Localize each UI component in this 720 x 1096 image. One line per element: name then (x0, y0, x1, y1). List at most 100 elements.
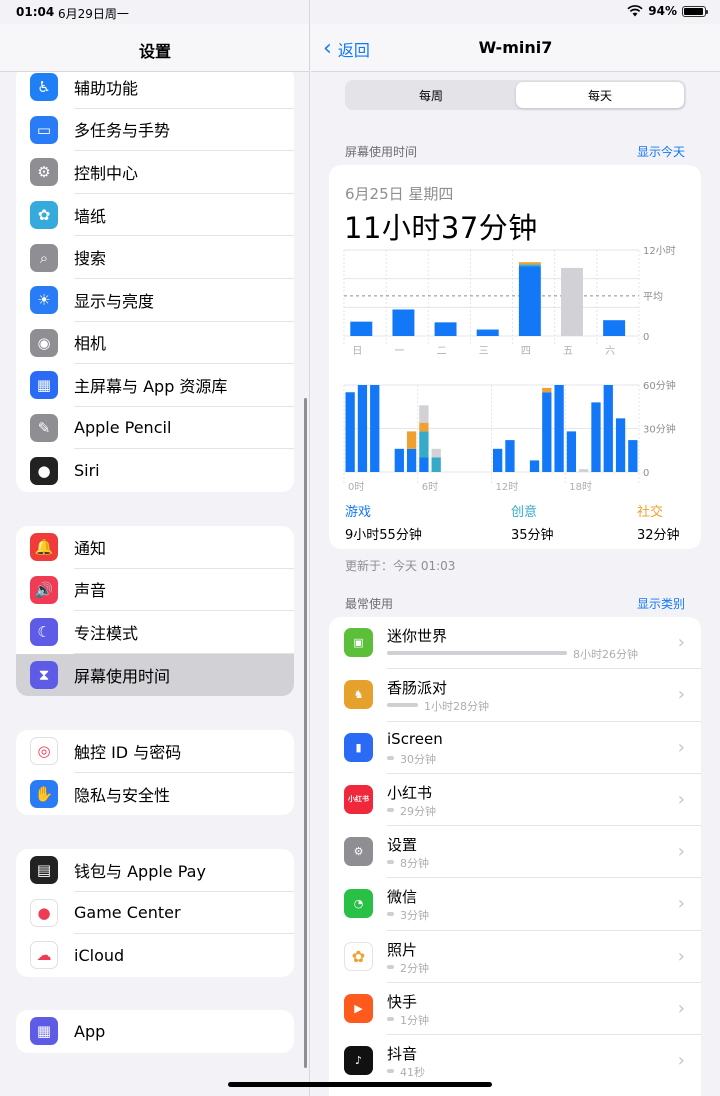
game-center-icon: ● (30, 898, 58, 927)
sidebar-item[interactable]: ▦ 主屏幕与 App 资源库 (16, 364, 294, 407)
app-name: 照片 (387, 940, 418, 959)
sidebar-scrollbar[interactable] (304, 398, 307, 1068)
app-usage-bar (387, 860, 394, 865)
sidebar-item[interactable]: ▤ 钱包与 Apple Pay (16, 849, 294, 892)
x-tick-label: 12时 (496, 481, 519, 493)
app-row[interactable]: ✿ 照片 2分钟 › (329, 931, 701, 984)
hour-bar (431, 448, 441, 458)
sidebar-item[interactable]: ◉ 相机 (16, 322, 294, 365)
app-name: 设置 (387, 836, 418, 855)
sidebar-item[interactable]: ● Game Center (16, 892, 294, 935)
show-today-link[interactable]: 显示今天 (637, 143, 685, 160)
most-used-list: ▣ 迷你世界 8小时26分钟 › ♞ 香肠派对 1小时28分钟 › ▮ iScreen 30分钟 › 小… (329, 617, 701, 1096)
x-tick-label: 6时 (422, 481, 438, 493)
y-tick-label: 30分钟 (643, 423, 676, 436)
hour-bar (542, 392, 552, 472)
app-row[interactable]: ▶ 快手 1分钟 › (329, 983, 701, 1036)
wallet-icon: ▤ (30, 856, 58, 885)
app-row[interactable]: ♞ 香肠派对 1小时28分钟 › (329, 669, 701, 722)
app-row[interactable]: 小红书 小红书 29分钟 › (329, 774, 701, 827)
apps-icon: ▦ (30, 1017, 58, 1046)
sidebar-item[interactable]: ◎ 触控 ID 与密码 (16, 730, 294, 773)
sidebar-item[interactable]: ● Siri (16, 449, 294, 492)
segment-daily[interactable]: 每天 (516, 82, 684, 108)
sidebar-item[interactable]: ▦ App (16, 1010, 294, 1053)
sidebar-item-label: iCloud (74, 945, 125, 965)
mini-world-icon: ▣ (344, 628, 373, 657)
sidebar-item[interactable]: 🔔 通知 (16, 526, 294, 569)
kuaishou-icon: ▶ (344, 994, 373, 1024)
app-name: 抖音 (387, 1045, 418, 1064)
chevron-right-icon: › (677, 684, 685, 706)
category-value: 32分钟 (637, 528, 680, 543)
sidebar-item[interactable]: ♿ 辅助功能 (16, 66, 294, 109)
sidebar-item-label: 触控 ID 与密码 (74, 730, 294, 773)
sidebar-item[interactable]: ☁ iCloud (16, 934, 294, 977)
section-header-most-used: 最常使用 (345, 597, 394, 611)
app-usage-bar (387, 1017, 394, 1022)
sidebar-item-label: 显示与亮度 (74, 279, 294, 322)
app-usage-time: 2分钟 (400, 961, 429, 975)
sidebar-item-label: 墙纸 (74, 194, 294, 237)
control-center-icon: ⚙ (30, 158, 58, 187)
sidebar-item-label: Game Center (74, 892, 294, 935)
sidebar-item-label: 多任务与手势 (74, 109, 294, 152)
sidebar-item[interactable]: ▭ 多任务与手势 (16, 109, 294, 152)
category-name: 社交 (637, 505, 664, 520)
page-title: W-mini7 (478, 38, 553, 57)
chevron-right-icon: › (677, 1050, 685, 1072)
app-name: 迷你世界 (387, 627, 448, 645)
app-name: 微信 (387, 888, 418, 907)
app-row[interactable]: ◔ 微信 3分钟 › (329, 878, 701, 931)
sidebar-item-label: Apple Pencil (74, 407, 294, 450)
category-creativity: 创意 35分钟 (511, 501, 554, 543)
douyin-icon: ♪ (344, 1046, 373, 1076)
chevron-right-icon: › (677, 998, 685, 1020)
settings-group-apps: ▦ App (16, 1010, 294, 1053)
app-usage-time: 3分钟 (400, 909, 429, 923)
show-categories-link[interactable]: 显示类别 (637, 595, 685, 612)
category-value: 9小时55分钟 (345, 528, 422, 543)
app-row[interactable]: ▣ 迷你世界 8小时26分钟 › (329, 617, 701, 670)
sidebar-item[interactable]: ⚙ 控制中心 (16, 151, 294, 194)
sidebar-item[interactable]: ✋ 隐私与安全性 (16, 773, 294, 816)
y-tick-label: 0 (643, 468, 649, 479)
section-header-screen-time: 屏幕使用时间 (345, 145, 418, 159)
hour-bar (505, 440, 515, 472)
sidebar-item-label: 专注模式 (74, 611, 294, 654)
hour-bar (566, 431, 577, 472)
status-right: 94% (627, 4, 708, 18)
sidebar-item[interactable]: ⌕ 搜索 (16, 236, 294, 279)
sidebar-item-label: 隐私与安全性 (74, 785, 171, 805)
sidebar-item[interactable]: ☾ 专注模式 (16, 611, 294, 654)
app-row[interactable]: ▮ iScreen 30分钟 › (329, 722, 701, 774)
chevron-right-icon: › (677, 788, 685, 810)
status-date: 6月29日周一 (58, 7, 129, 21)
segment-weekly[interactable]: 每周 (347, 82, 515, 108)
category-social: 社交 32分钟 (637, 501, 680, 543)
settings-sidebar: 设置 ♿ 辅助功能 ▭ 多任务与手势 ⚙ 控制中心 ✿ 墙纸 ⌕ 搜索 ☀ 显示与亮度 ◉ 相机 ▦ 主屏幕与… (0, 0, 310, 1096)
hour-bar (529, 460, 540, 472)
sidebar-title: 设置 (138, 42, 171, 61)
sidebar-item[interactable]: 🔊 声音 (16, 569, 294, 612)
hour-bar (603, 385, 613, 472)
sidebar-item[interactable]: ☀ 显示与亮度 (16, 279, 294, 322)
app-row[interactable]: ⚙ 设置 8分钟 › (329, 826, 701, 879)
app-usage-bar (387, 651, 567, 655)
home-indicator[interactable] (228, 1082, 492, 1087)
app-usage-time: 8小时26分钟 (573, 648, 638, 661)
photos-icon: ✿ (344, 941, 373, 971)
sidebar-header: 设置 (0, 24, 309, 72)
sidebar-item[interactable]: ⧗ 屏幕使用时间 (16, 653, 294, 697)
app-row[interactable]: ♪ 抖音 41秒 › (329, 1035, 701, 1087)
sidebar-item[interactable]: ✿ 墙纸 (16, 194, 294, 237)
category-games: 游戏 9小时55分钟 (345, 501, 422, 543)
usage-card[interactable]: 6月25日 星期四 11小时37分钟 日一二三四五六 12小时 平均 0 0时 6时 12… (329, 165, 701, 549)
screen-time-icon: ⧗ (30, 661, 58, 690)
hour-bar (394, 448, 404, 472)
sidebar-item[interactable]: ✎ Apple Pencil (16, 407, 294, 450)
hour-bar (579, 469, 589, 472)
hour-bar (493, 448, 503, 472)
hour-bar (357, 385, 368, 472)
hour-bar (554, 385, 564, 472)
